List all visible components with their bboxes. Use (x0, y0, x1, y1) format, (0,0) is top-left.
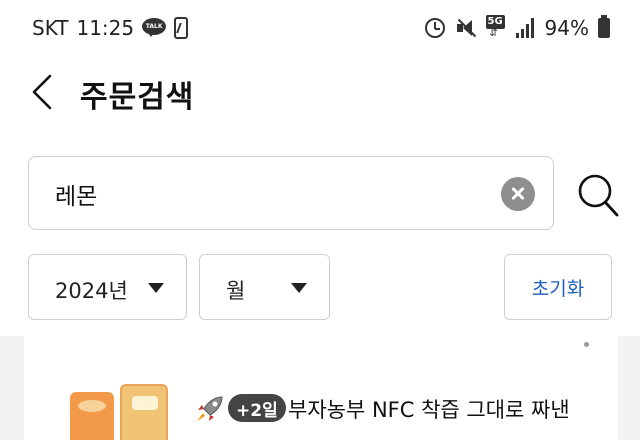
more-dot-icon (584, 342, 589, 347)
clear-icon[interactable] (501, 177, 535, 211)
clock: 11:25 (76, 16, 135, 40)
status-left: SKT 11:25 TALK (32, 16, 189, 40)
battery-percent: 94% (544, 16, 589, 40)
chevron-left-icon[interactable] (28, 72, 58, 112)
caret-down-icon (148, 283, 164, 293)
order-card[interactable]: +2일 부자농부 NFC 착즙 그대로 짜낸 (24, 336, 618, 440)
year-select-value: 2024년 (55, 279, 128, 303)
carrier-label: SKT (32, 16, 69, 40)
month-select[interactable]: 월 (199, 254, 330, 320)
mute-icon (454, 17, 476, 39)
page-title: 주문검색 (80, 80, 195, 115)
network-5g-icon: 5G ⇵ (485, 15, 505, 39)
kakaotalk-icon: TALK (142, 18, 167, 38)
status-right: 5G ⇵ 94% (424, 15, 610, 41)
signal-icon (515, 18, 536, 38)
year-select[interactable]: 2024년 (28, 254, 187, 320)
product-thumbnail[interactable] (70, 384, 170, 440)
month-select-value: 월 (226, 279, 246, 303)
search-box (28, 156, 554, 231)
phone-icon (174, 17, 189, 39)
caret-down-icon (291, 283, 307, 293)
status-bar: SKT 11:25 TALK 5G ⇵ 94% (0, 0, 640, 58)
product-title[interactable]: 부자농부 NFC 착즙 그대로 짜낸 (288, 394, 570, 424)
alarm-icon (424, 18, 445, 38)
delivery-eta-badge: +2일 (228, 394, 286, 422)
reset-button[interactable]: 초기화 (504, 254, 612, 320)
search-input[interactable] (55, 157, 475, 231)
rocket-icon (197, 396, 223, 421)
battery-icon (598, 15, 610, 38)
results-list[interactable]: +2일 부자농부 NFC 착즙 그대로 짜낸 (0, 336, 640, 440)
search-icon[interactable] (576, 172, 620, 218)
